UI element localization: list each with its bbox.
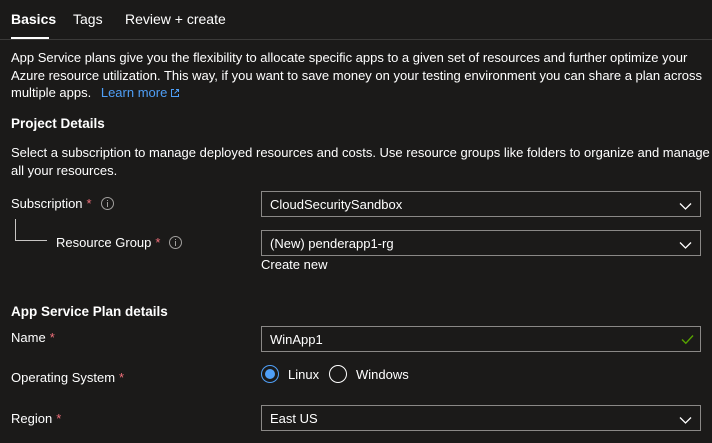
subscription-value: CloudSecuritySandbox xyxy=(270,197,403,212)
intro-line-2: Azure resource utilization. This way, if… xyxy=(11,67,703,83)
tab-tags[interactable]: Tags xyxy=(73,11,103,27)
required-marker: * xyxy=(155,235,161,250)
os-linux-label[interactable]: Linux xyxy=(288,367,319,382)
tab-basics[interactable]: Basics xyxy=(11,11,56,27)
required-marker: * xyxy=(56,411,62,426)
tabs-divider xyxy=(0,39,712,40)
chevron-down-icon xyxy=(679,199,692,214)
project-desc-line-2: all your resources. xyxy=(11,162,118,178)
plan-details-heading: App Service Plan details xyxy=(11,304,168,319)
chevron-down-icon xyxy=(679,413,692,428)
subscription-label-row: Subscription * xyxy=(11,196,114,211)
checkmark-icon xyxy=(681,333,694,348)
subscription-label: Subscription xyxy=(11,196,83,211)
region-label-row: Region * xyxy=(11,411,61,426)
learn-more-link[interactable]: Learn more xyxy=(101,85,180,100)
resource-group-value: (New) penderapp1-rg xyxy=(270,236,394,251)
region-value: East US xyxy=(270,411,318,426)
name-label-row: Name * xyxy=(11,330,55,345)
tree-connector-horizontal xyxy=(15,240,47,241)
learn-more-label: Learn more xyxy=(100,85,168,100)
resource-group-dropdown[interactable]: (New) penderapp1-rg xyxy=(261,230,701,256)
resource-group-label-row: Resource Group * xyxy=(56,235,183,250)
os-windows-radio[interactable] xyxy=(329,365,347,383)
name-input[interactable]: WinApp1 xyxy=(261,326,701,352)
os-windows-label[interactable]: Windows xyxy=(356,367,409,382)
info-icon[interactable] xyxy=(169,236,183,249)
intro-line-1: App Service plans give you the flexibili… xyxy=(11,50,688,65)
info-icon[interactable] xyxy=(100,197,114,210)
subscription-dropdown[interactable]: CloudSecuritySandbox xyxy=(261,191,701,217)
intro-line-3-wrap: multiple apps. Learn more xyxy=(11,84,702,103)
os-label: Operating System xyxy=(11,370,116,385)
intro-line-3: multiple apps. xyxy=(11,85,92,100)
name-value: WinApp1 xyxy=(270,332,323,347)
chevron-down-icon xyxy=(679,238,692,253)
required-marker: * xyxy=(119,370,125,385)
os-linux-radio[interactable] xyxy=(261,365,279,383)
region-label: Region xyxy=(11,411,53,426)
os-label-row: Operating System * xyxy=(11,370,124,385)
project-details-description: Select a subscription to manage deployed… xyxy=(11,144,710,179)
tab-review-create[interactable]: Review + create xyxy=(125,11,226,27)
create-new-link[interactable]: Create new xyxy=(261,257,327,272)
required-marker: * xyxy=(49,330,55,345)
project-desc-line-1: Select a subscription to manage deployed… xyxy=(11,145,710,160)
intro-text: App Service plans give you the flexibili… xyxy=(11,49,702,103)
external-link-icon xyxy=(170,85,180,103)
project-details-heading: Project Details xyxy=(11,116,105,131)
required-marker: * xyxy=(86,196,92,211)
name-label: Name xyxy=(11,330,46,345)
app-service-plan-form: Basics Tags Review + create App Service … xyxy=(0,0,712,443)
tree-connector-vertical xyxy=(15,219,16,241)
region-dropdown[interactable]: East US xyxy=(261,405,701,431)
resource-group-label: Resource Group xyxy=(56,235,152,250)
